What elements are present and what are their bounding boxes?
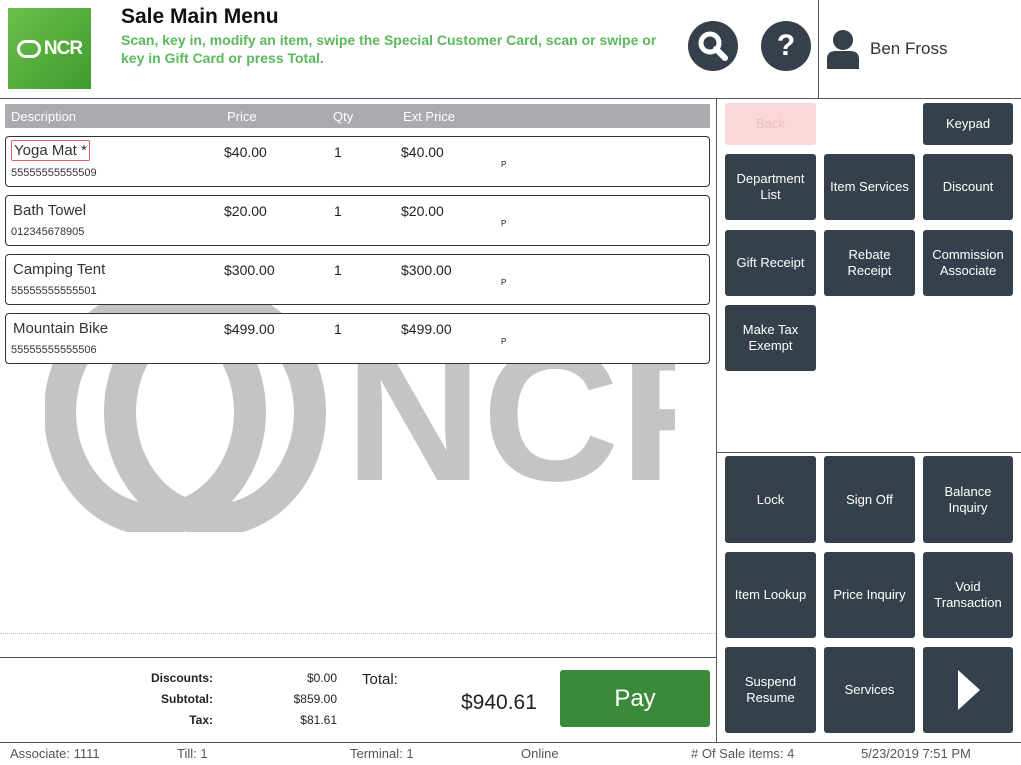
search-icon xyxy=(698,31,728,61)
table-row[interactable]: Bath Towel 012345678905 $20.00 1 $20.00 … xyxy=(5,195,710,246)
status-bar-divider xyxy=(0,742,1021,743)
item-ext-price: $499.00 xyxy=(401,321,452,337)
totals-divider xyxy=(0,657,716,658)
discount-button[interactable]: Discount xyxy=(923,154,1013,220)
subtotal-label: Subtotal: xyxy=(161,692,213,706)
help-button[interactable]: ? xyxy=(761,21,811,71)
keypad-button[interactable]: Keypad xyxy=(923,103,1013,145)
balance-inquiry-button[interactable]: Balance Inquiry xyxy=(923,456,1013,543)
arrow-right-icon xyxy=(958,670,980,710)
commission-associate-button[interactable]: Commission Associate xyxy=(923,230,1013,296)
ncr-logo: NCR xyxy=(8,8,91,89)
column-price: Price xyxy=(227,109,257,124)
status-datetime: 5/23/2019 7:51 PM xyxy=(861,746,971,761)
item-table-header: Description Price Qty Ext Price xyxy=(5,104,710,128)
total-amount: $940.61 xyxy=(461,691,537,714)
services-button[interactable]: Services xyxy=(824,647,915,733)
status-till: Till: 1 xyxy=(177,746,208,761)
item-flag: P xyxy=(501,337,507,346)
item-price: $300.00 xyxy=(224,262,275,278)
item-flag: P xyxy=(501,160,507,169)
panel-divider xyxy=(716,98,717,742)
status-connection: Online xyxy=(521,746,559,761)
subtotal-value: $859.00 xyxy=(293,692,337,706)
ncr-logo-ring xyxy=(16,39,41,58)
void-transaction-button[interactable]: Void Transaction xyxy=(923,552,1013,638)
item-services-button[interactable]: Item Services xyxy=(824,154,915,220)
gift-receipt-button[interactable]: Gift Receipt xyxy=(725,230,816,296)
item-description: Mountain Bike xyxy=(13,320,109,337)
table-row[interactable]: Mountain Bike 55555555555506 $499.00 1 $… xyxy=(5,313,710,364)
item-price: $499.00 xyxy=(224,321,275,337)
rebate-receipt-button[interactable]: Rebate Receipt xyxy=(824,230,915,296)
page-title: Sale Main Menu xyxy=(121,5,279,28)
column-description: Description xyxy=(11,109,77,124)
discounts-value: $0.00 xyxy=(306,671,337,685)
ncr-logo-text: NCR xyxy=(43,37,83,59)
lock-button[interactable]: Lock xyxy=(725,456,816,543)
item-ext-price: $40.00 xyxy=(401,144,444,160)
status-terminal: Terminal: 1 xyxy=(350,746,414,761)
back-button[interactable]: Back xyxy=(725,103,816,145)
item-description: Bath Towel xyxy=(13,202,87,219)
list-bottom-divider xyxy=(0,633,716,634)
user-name: Ben Fross xyxy=(870,39,948,58)
item-price: $20.00 xyxy=(224,203,267,219)
item-qty: 1 xyxy=(334,144,342,160)
table-row[interactable]: Camping Tent 55555555555501 $300.00 1 $3… xyxy=(5,254,710,305)
item-sku: 012345678905 xyxy=(11,226,85,238)
search-button[interactable] xyxy=(688,21,738,71)
pay-button[interactable]: Pay xyxy=(560,670,710,727)
item-ext-price: $300.00 xyxy=(401,262,452,278)
item-description: Yoga Mat * xyxy=(11,140,90,161)
department-list-button[interactable]: Department List xyxy=(725,154,816,220)
make-tax-exempt-button[interactable]: Make Tax Exempt xyxy=(725,305,816,371)
header-divider-line xyxy=(0,98,1021,99)
header-divider xyxy=(818,0,819,98)
tax-label: Tax: xyxy=(189,713,213,727)
table-row[interactable]: Yoga Mat * 55555555555509 $40.00 1 $40.0… xyxy=(5,136,710,187)
item-qty: 1 xyxy=(334,321,342,337)
page-instructions: Scan, key in, modify an item, swipe the … xyxy=(121,32,657,66)
item-qty: 1 xyxy=(334,262,342,278)
tax-value: $81.61 xyxy=(300,713,337,727)
item-qty: 1 xyxy=(334,203,342,219)
total-label: Total: xyxy=(362,671,398,688)
sign-off-button[interactable]: Sign Off xyxy=(824,456,915,543)
discounts-label: Discounts: xyxy=(150,671,213,685)
panel-section-divider xyxy=(716,452,1021,453)
status-associate: Associate: 1111 xyxy=(10,746,100,761)
user-icon xyxy=(827,30,859,69)
next-page-button[interactable] xyxy=(923,647,1013,733)
item-description: Camping Tent xyxy=(13,261,106,278)
column-qty: Qty xyxy=(333,109,354,124)
item-flag: P xyxy=(501,278,507,287)
price-inquiry-button[interactable]: Price Inquiry xyxy=(824,552,915,638)
item-ext-price: $20.00 xyxy=(401,203,444,219)
item-price: $40.00 xyxy=(224,144,267,160)
item-sku: 55555555555509 xyxy=(11,167,97,179)
item-sku: 55555555555501 xyxy=(11,285,97,297)
ncr-logo-mark: NCR xyxy=(8,8,91,89)
status-sale-items: # Of Sale items: 4 xyxy=(691,746,795,761)
help-icon: ? xyxy=(776,29,796,62)
item-flag: P xyxy=(501,219,507,228)
item-lookup-button[interactable]: Item Lookup xyxy=(725,552,816,638)
column-ext-price: Ext Price xyxy=(403,109,456,124)
item-sku: 55555555555506 xyxy=(11,344,97,356)
suspend-resume-button[interactable]: Suspend Resume xyxy=(725,647,816,733)
